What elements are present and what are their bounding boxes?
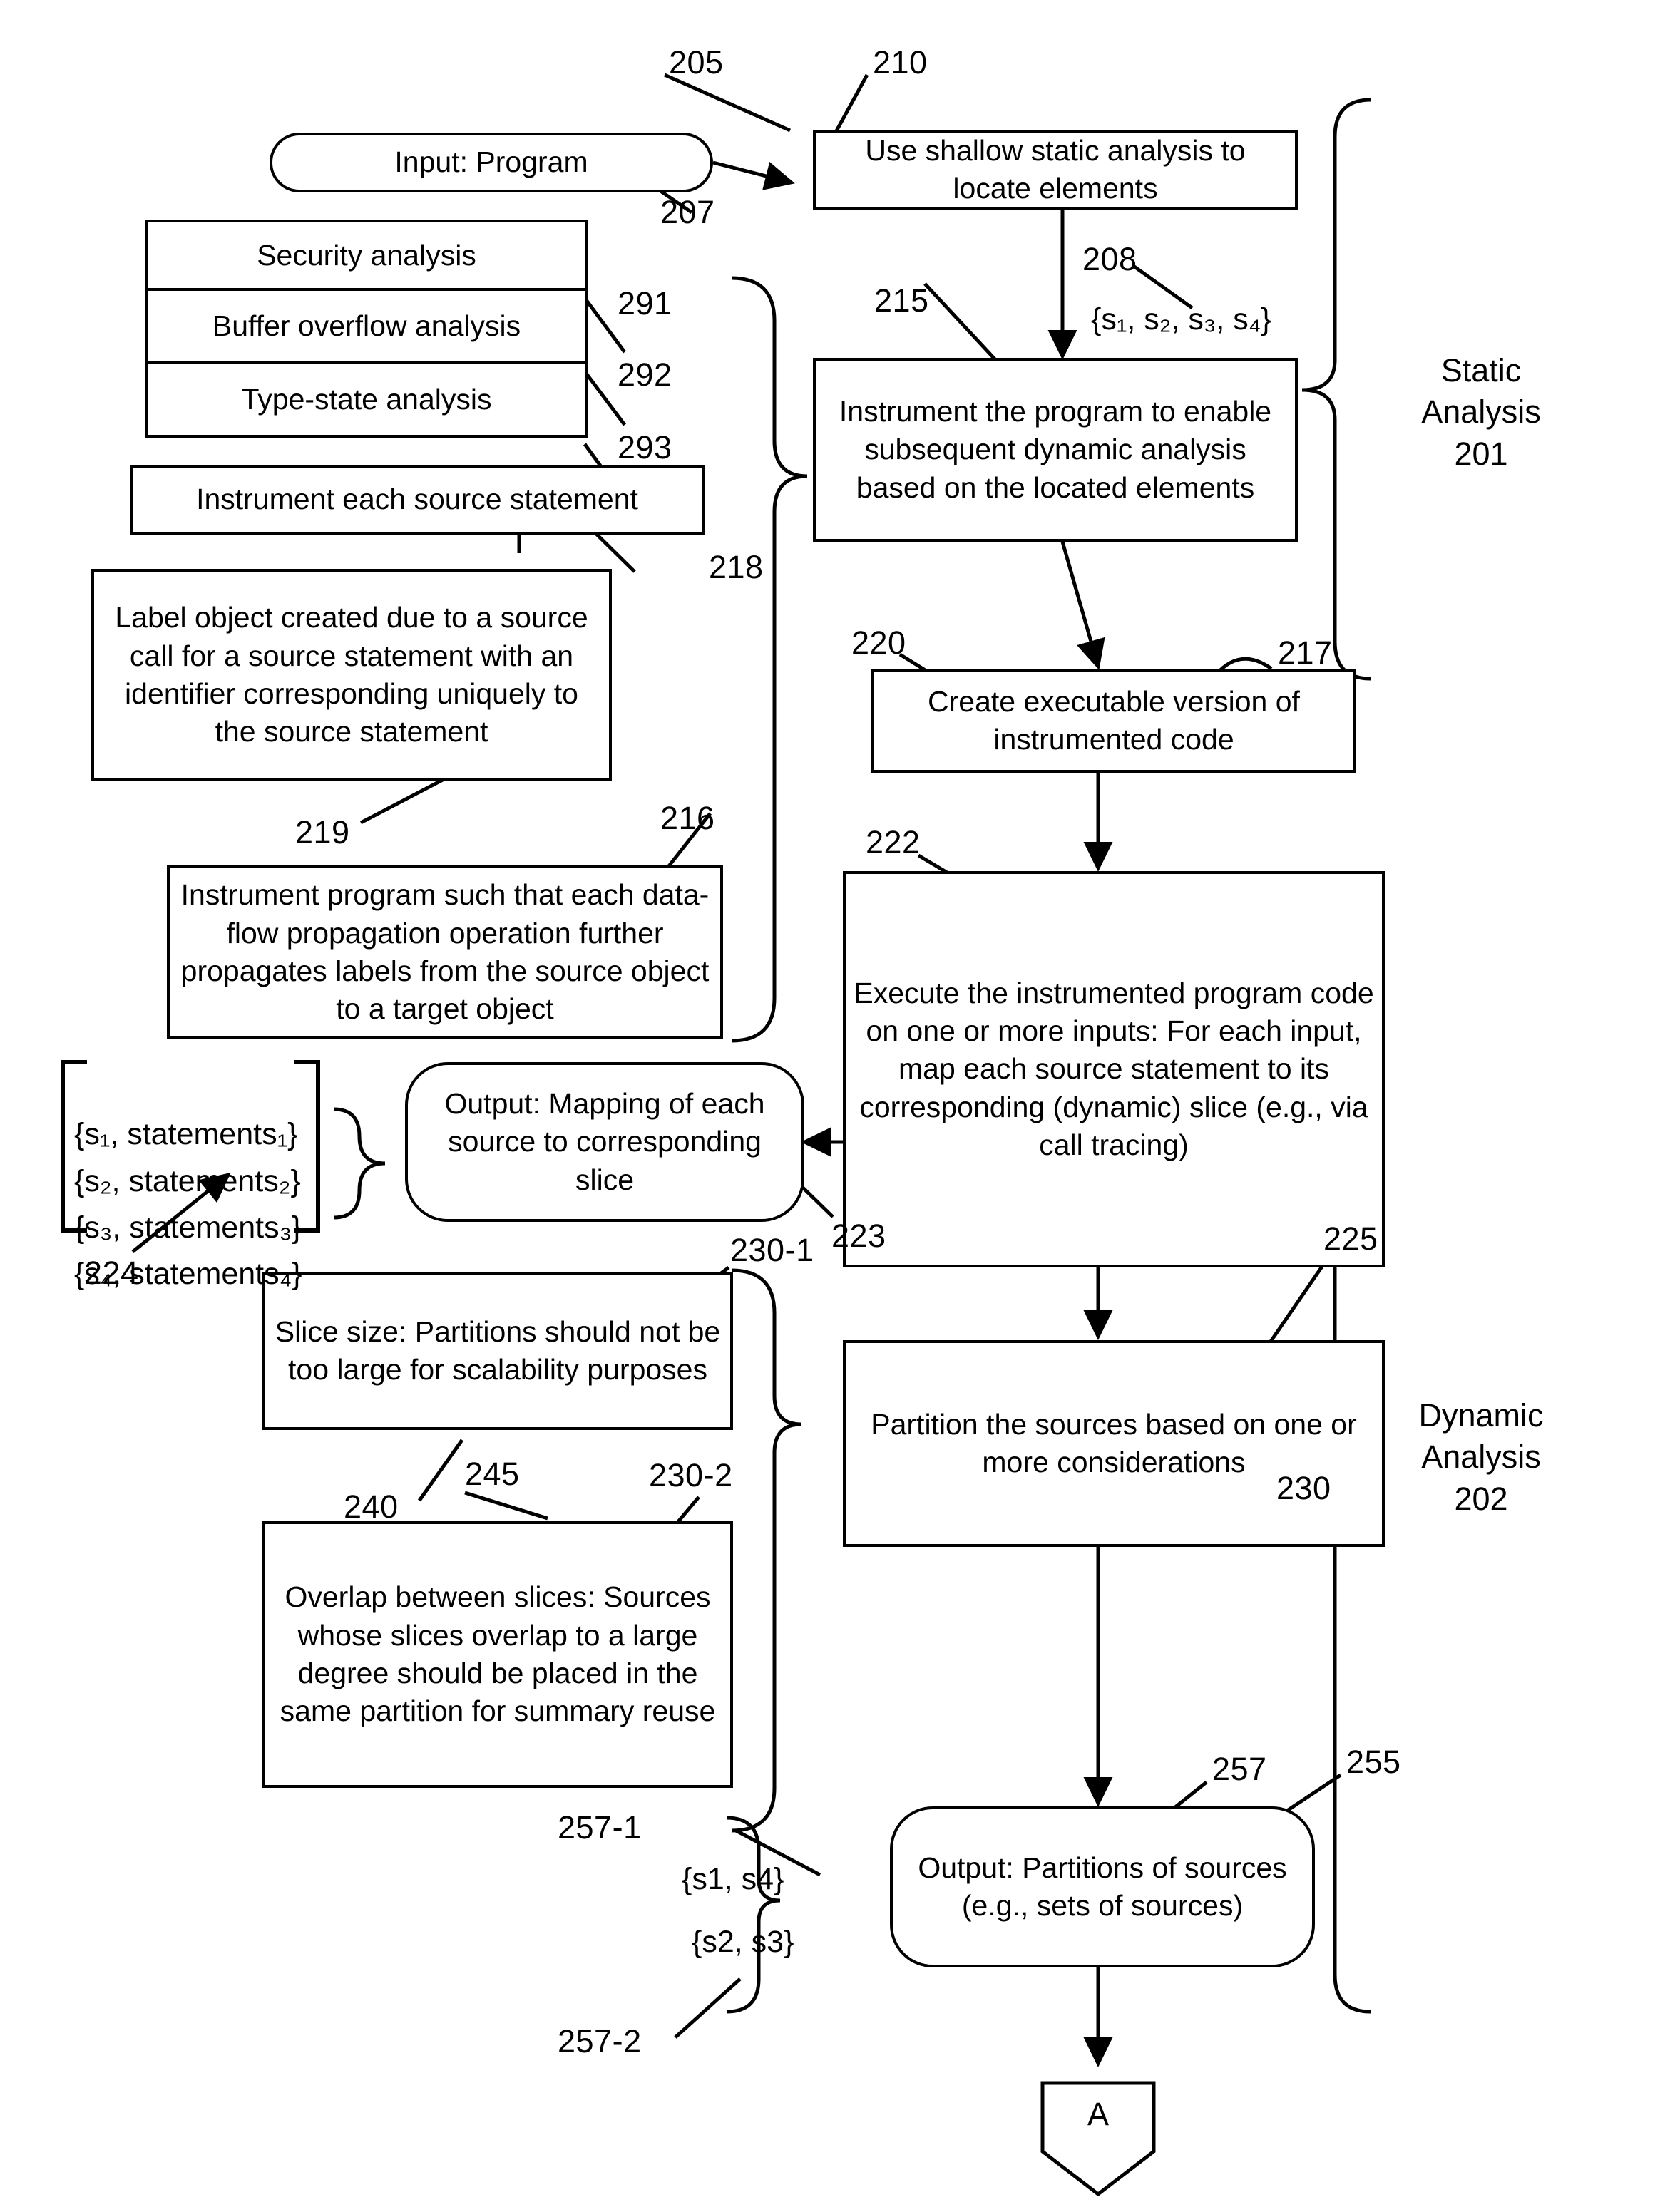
node-input-program[interactable]: Input: Program xyxy=(270,133,713,192)
node-instrument-program[interactable]: Instrument the program to enable subsequ… xyxy=(813,358,1298,542)
node-instrument-each-source-statement[interactable]: Instrument each source statement xyxy=(130,465,705,535)
ref-292: 292 xyxy=(618,356,672,393)
ref-208: 208 xyxy=(1082,241,1137,277)
group-label-dynamic-analysis: Dynamic Analysis 202 xyxy=(1418,1396,1544,1517)
ref-210: 210 xyxy=(873,44,928,81)
node-buffer-overflow-analysis[interactable]: Buffer overflow analysis xyxy=(145,291,588,364)
ref-291: 291 xyxy=(618,285,672,321)
node-instrument-program-label: Instrument the program to enable subsequ… xyxy=(839,395,1272,504)
node-slice-size-consideration[interactable]: Slice size: Partitions should not be too… xyxy=(262,1272,733,1430)
ref-245: 245 xyxy=(465,1456,520,1492)
ref-222: 222 xyxy=(866,824,921,860)
node-label-object[interactable]: Label object created due to a source cal… xyxy=(91,569,612,781)
node-label-object-label: Label object created due to a source cal… xyxy=(115,601,588,749)
ref-223: 223 xyxy=(831,1218,886,1254)
annotation-partition-2: {s2, s3} xyxy=(692,1925,794,1959)
ref-293: 293 xyxy=(618,429,672,465)
node-instrument-each-source-statement-label: Instrument each source statement xyxy=(196,483,638,516)
ref-205: 205 xyxy=(669,44,724,81)
ref-257-1: 257-1 xyxy=(558,1809,642,1846)
ref-230-2: 230-2 xyxy=(649,1457,733,1493)
ref-215: 215 xyxy=(874,282,929,319)
node-output-partitions[interactable]: Output: Partitions of sources (e.g., set… xyxy=(890,1806,1315,1967)
node-output-mapping-label: Output: Mapping of each source to corres… xyxy=(444,1087,765,1196)
offpage-connector-a-label: A xyxy=(1087,2096,1109,2132)
annotation-partition-1: {s1, s4} xyxy=(682,1862,784,1896)
group-label-static-analysis: Static Analysis 201 xyxy=(1421,351,1541,472)
ref-224: 224 xyxy=(84,1255,139,1291)
node-type-state-analysis-label: Type-state analysis xyxy=(241,382,492,416)
ref-230: 230 xyxy=(1276,1470,1331,1506)
node-partition-sources[interactable]: Partition the sources based on one or mo… xyxy=(843,1340,1385,1547)
ref-240: 240 xyxy=(344,1488,399,1525)
ref-219: 219 xyxy=(295,814,350,850)
ref-220: 220 xyxy=(851,624,906,661)
node-create-executable[interactable]: Create executable version of instrumente… xyxy=(871,669,1356,773)
node-shallow-static-analysis[interactable]: Use shallow static analysis to locate el… xyxy=(813,130,1298,210)
node-instrument-dataflow[interactable]: Instrument program such that each data-f… xyxy=(167,865,723,1039)
ref-207: 207 xyxy=(660,194,715,230)
node-shallow-static-analysis-label: Use shallow static analysis to locate el… xyxy=(865,133,1246,205)
node-output-partitions-label: Output: Partitions of sources (e.g., set… xyxy=(918,1851,1287,1922)
node-execute-instrumented-label: Execute the instrumented program code on… xyxy=(854,976,1374,1161)
annotation-located-sources-set: {s₁, s₂, s₃, s₄} xyxy=(1091,302,1271,336)
ref-217: 217 xyxy=(1278,634,1333,671)
ref-218: 218 xyxy=(709,549,764,585)
node-security-analysis[interactable]: Security analysis xyxy=(145,220,588,291)
ref-230-1: 230-1 xyxy=(730,1232,814,1268)
ref-257: 257 xyxy=(1212,1751,1267,1787)
node-output-mapping[interactable]: Output: Mapping of each source to corres… xyxy=(405,1062,804,1222)
node-instrument-dataflow-label: Instrument program such that each data-f… xyxy=(180,878,710,1026)
node-overlap-consideration[interactable]: Overlap between slices: Sources whose sl… xyxy=(262,1521,733,1788)
ref-225: 225 xyxy=(1323,1220,1378,1257)
node-security-analysis-label: Security analysis xyxy=(257,238,476,272)
node-slice-size-consideration-label: Slice size: Partitions should not be too… xyxy=(275,1315,721,1386)
ref-257-2: 257-2 xyxy=(558,2023,642,2059)
node-execute-instrumented[interactable]: Execute the instrumented program code on… xyxy=(843,871,1385,1267)
node-input-program-label: Input: Program xyxy=(394,145,588,179)
node-create-executable-label: Create executable version of instrumente… xyxy=(928,684,1300,756)
node-type-state-analysis[interactable]: Type-state analysis xyxy=(145,364,588,438)
ref-255: 255 xyxy=(1346,1744,1401,1780)
node-overlap-consideration-label: Overlap between slices: Sources whose sl… xyxy=(280,1580,716,1728)
ref-216: 216 xyxy=(660,800,715,836)
figure-canvas: Input: Program Use shallow static analys… xyxy=(0,0,1675,2212)
node-buffer-overflow-analysis-label: Buffer overflow analysis xyxy=(212,309,521,342)
